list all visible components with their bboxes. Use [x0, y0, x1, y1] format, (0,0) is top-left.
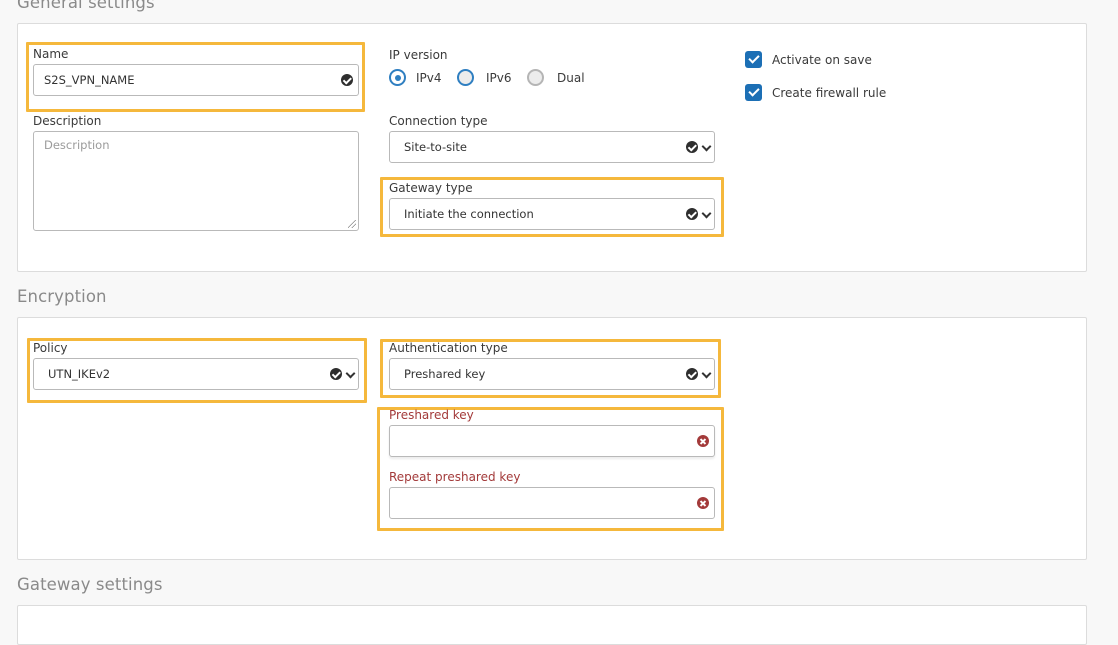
resize-handle-icon[interactable] [348, 220, 356, 228]
preshared-key-input[interactable] [389, 425, 715, 457]
encryption-title: Encryption [17, 287, 107, 306]
chevron-down-icon [700, 208, 712, 220]
repeat-preshared-key-input[interactable] [389, 487, 715, 519]
check-circle-icon [686, 141, 698, 153]
gateway-type-value: Initiate the connection [404, 207, 534, 221]
create-firewall-rule-checkbox[interactable] [745, 84, 762, 101]
chevron-down-icon [700, 368, 712, 380]
policy-value: UTN_IKEv2 [48, 367, 111, 381]
check-circle-icon [341, 74, 353, 86]
radio-dual-label: Dual [557, 71, 585, 85]
name-label: Name [33, 47, 69, 61]
error-circle-icon [697, 497, 709, 509]
error-circle-icon [697, 435, 709, 447]
authentication-type-value: Preshared key [404, 367, 486, 381]
check-circle-icon [686, 368, 698, 380]
create-firewall-rule-label[interactable]: Create firewall rule [772, 86, 886, 100]
preshared-key-label: Preshared key [389, 408, 474, 422]
connection-type-value: Site-to-site [404, 140, 467, 154]
chevron-down-icon [344, 368, 356, 380]
radio-ipv6-label[interactable]: IPv6 [486, 71, 512, 85]
gateway-type-select[interactable]: Initiate the connection [389, 198, 715, 230]
radio-ipv6[interactable] [457, 69, 474, 86]
name-input[interactable]: S2S_VPN_NAME [33, 64, 359, 96]
chevron-down-icon [700, 141, 712, 153]
repeat-preshared-key-label: Repeat preshared key [389, 470, 521, 484]
authentication-type-select[interactable]: Preshared key [389, 358, 715, 390]
gateway-settings-panel [17, 605, 1087, 645]
radio-ipv4-label[interactable]: IPv4 [416, 71, 442, 85]
policy-select[interactable]: UTN_IKEv2 [33, 358, 359, 390]
check-circle-icon [330, 368, 342, 380]
description-placeholder: Description [44, 138, 110, 152]
authentication-type-label: Authentication type [389, 341, 508, 355]
description-textarea[interactable]: Description [33, 131, 359, 231]
radio-dual [527, 69, 544, 86]
check-circle-icon [686, 208, 698, 220]
activate-on-save-checkbox[interactable] [745, 51, 762, 68]
connection-type-label: Connection type [389, 114, 488, 128]
activate-on-save-label[interactable]: Activate on save [772, 53, 872, 67]
policy-label: Policy [33, 341, 68, 355]
connection-type-select[interactable]: Site-to-site [389, 131, 715, 163]
general-settings-title: General settings [17, 0, 155, 12]
name-value: S2S_VPN_NAME [44, 73, 135, 87]
gateway-settings-title: Gateway settings [17, 575, 163, 594]
ip-version-label: IP version [389, 48, 448, 62]
radio-ipv4[interactable] [389, 69, 406, 86]
description-label: Description [33, 114, 102, 128]
gateway-type-label: Gateway type [389, 181, 473, 195]
